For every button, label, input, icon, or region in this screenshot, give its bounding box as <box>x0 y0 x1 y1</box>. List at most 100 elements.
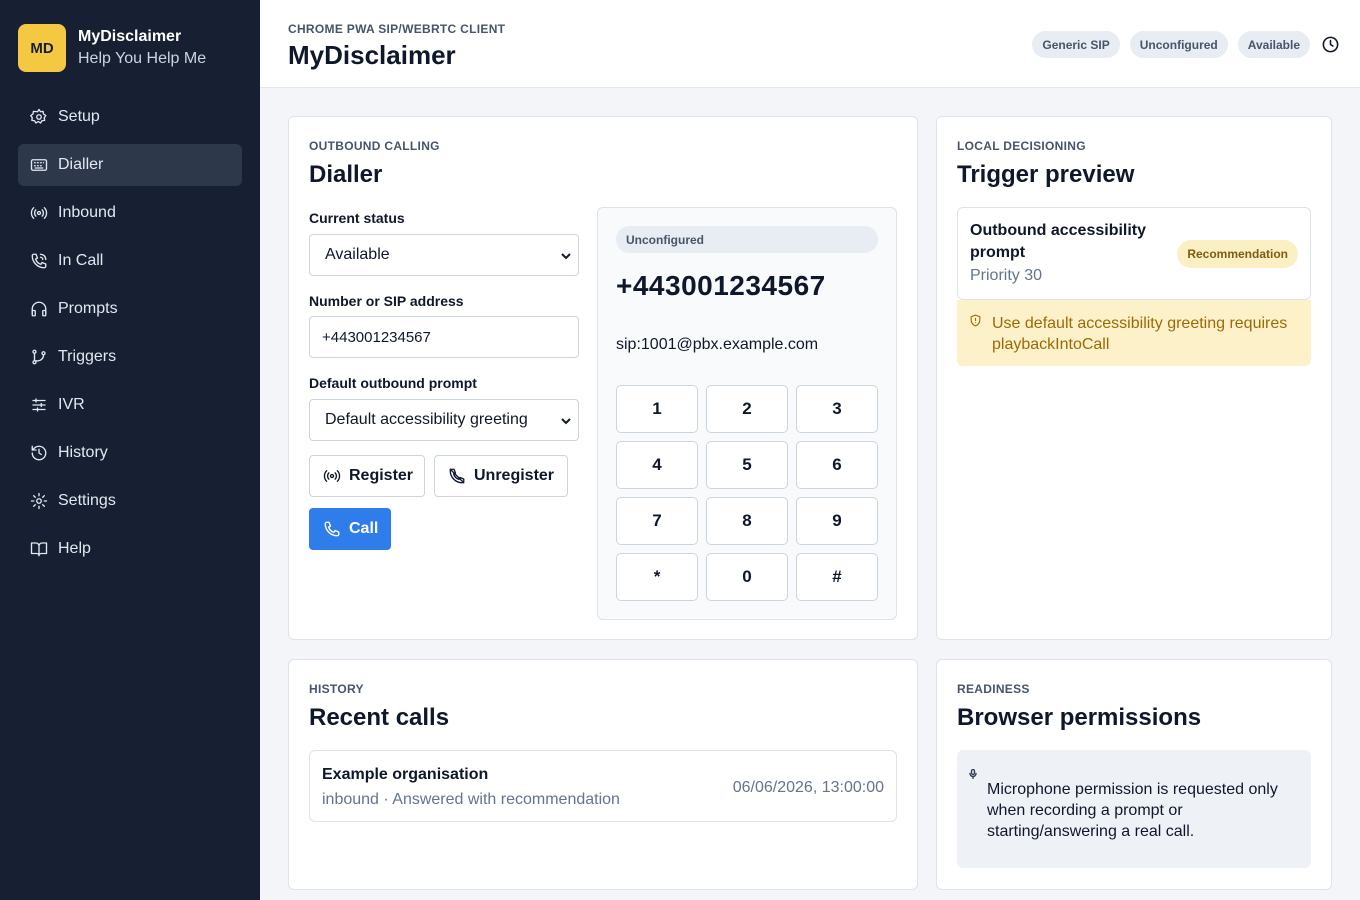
sidebar-item-setup[interactable]: Setup <box>18 96 242 138</box>
trigger-priority: Priority 30 <box>970 267 1043 284</box>
call-detail: inbound · Answered with recommendation <box>322 791 620 808</box>
trigger-title: Trigger preview <box>957 161 1135 188</box>
status-badges: Generic SIP Unconfigured Available <box>1022 31 1340 58</box>
number-input[interactable]: +443001234567 <box>309 316 579 358</box>
settings-icon <box>30 492 48 510</box>
phone-icon <box>324 521 340 537</box>
register-button[interactable]: Register <box>309 455 425 497</box>
dial-key[interactable]: 2 <box>706 385 788 433</box>
readiness-title: Browser permissions <box>957 704 1202 731</box>
dialler-eyebrow: OUTBOUND CALLING <box>309 139 440 153</box>
permission-text: Microphone permission is requested only … <box>987 781 1278 840</box>
headphones-icon <box>30 300 48 318</box>
sidebar-nav: Setup Dialler Inbound In Call Prompts Tr… <box>18 96 242 576</box>
dial-key[interactable]: 5 <box>706 441 788 489</box>
chevron-down-icon <box>560 414 572 426</box>
sidebar-item-prompts[interactable]: Prompts <box>18 288 242 330</box>
warning-text: Use default accessibility greeting requi… <box>992 315 1288 353</box>
prompt-select[interactable]: Default accessibility greeting <box>309 399 579 441</box>
permission-notice: Microphone permission is requested only … <box>957 750 1311 868</box>
dial-pad-panel: Unconfigured +443001234567 sip:1001@pbx.… <box>597 207 897 620</box>
trigger-rule[interactable]: Outbound accessibility prompt Priority 3… <box>957 207 1311 300</box>
sliders-icon <box>30 396 48 414</box>
dial-key[interactable]: 1 <box>616 385 698 433</box>
sidebar-item-label: IVR <box>58 396 85 413</box>
phone-off-icon <box>449 468 465 484</box>
dial-key[interactable]: 6 <box>796 441 878 489</box>
recommendation-badge: Recommendation <box>1177 240 1298 268</box>
history-icon <box>30 444 48 462</box>
sidebar-item-dialler[interactable]: Dialler <box>18 144 242 186</box>
status-label: Current status <box>309 210 405 226</box>
top-header: CHROME PWA SIP/WEBRTC CLIENT MyDisclaime… <box>260 0 1360 88</box>
prompt-label: Default outbound prompt <box>309 375 477 391</box>
sidebar-item-label: Setup <box>58 108 100 125</box>
config-badge: Unconfigured <box>1129 31 1228 58</box>
sidebar-item-label: Inbound <box>58 204 116 221</box>
number-label: Number or SIP address <box>309 293 464 309</box>
sidebar-item-label: Help <box>58 540 91 557</box>
availability-badge: Available <box>1237 31 1310 58</box>
dialler-title: Dialler <box>309 161 383 188</box>
history-eyebrow: HISTORY <box>309 682 364 696</box>
sidebar: MD MyDisclaimer Help You Help Me Setup D… <box>0 0 260 900</box>
status-select-value: Available <box>325 246 390 263</box>
dial-key[interactable]: 0 <box>706 553 788 601</box>
trigger-warning: Use default accessibility greeting requi… <box>957 300 1311 366</box>
call-timestamp: 06/06/2026, 13:00:00 <box>732 779 884 796</box>
dial-key[interactable]: * <box>616 553 698 601</box>
dial-key[interactable]: 8 <box>706 497 788 545</box>
sidebar-item-ivr[interactable]: IVR <box>18 384 242 426</box>
trigger-name: Outbound accessibility prompt <box>970 222 1147 261</box>
trigger-card: LOCAL DECISIONING Trigger preview Outbou… <box>936 116 1332 640</box>
dialled-number: +443001234567 <box>616 270 826 301</box>
chevron-down-icon <box>560 249 572 261</box>
sidebar-item-help[interactable]: Help <box>18 528 242 570</box>
brand-tagline: Help You Help Me <box>78 50 207 67</box>
sidebar-item-inbound[interactable]: Inbound <box>18 192 242 234</box>
history-title: Recent calls <box>309 704 450 731</box>
number-input-value: +443001234567 <box>322 328 431 346</box>
header-eyebrow: CHROME PWA SIP/WEBRTC CLIENT <box>288 22 506 36</box>
brand-name: MyDisclaimer <box>78 28 182 45</box>
branch-icon <box>30 348 48 366</box>
brand-logo: MD <box>18 24 66 72</box>
table-row[interactable]: Example organisation inbound · Answered … <box>309 750 897 822</box>
call-button-label: Call <box>349 520 379 537</box>
sidebar-item-history[interactable]: History <box>18 432 242 474</box>
dial-key[interactable]: 9 <box>796 497 878 545</box>
clock-icon[interactable] <box>1320 35 1340 55</box>
broadcast-icon <box>30 204 48 222</box>
registration-status-pill: Unconfigured <box>616 226 878 253</box>
sidebar-item-in-call[interactable]: In Call <box>18 240 242 282</box>
shield-alert-icon <box>969 314 983 328</box>
dial-key[interactable]: 4 <box>616 441 698 489</box>
brand: MD MyDisclaimer Help You Help Me <box>18 24 206 72</box>
page-title: MyDisclaimer <box>288 40 456 70</box>
sidebar-item-label: In Call <box>58 252 104 269</box>
unregister-button[interactable]: Unregister <box>434 455 568 497</box>
register-button-label: Register <box>349 467 414 484</box>
sidebar-item-label: Dialler <box>58 156 104 173</box>
dial-key[interactable]: 3 <box>796 385 878 433</box>
dial-key[interactable]: 7 <box>616 497 698 545</box>
dial-key[interactable]: # <box>796 553 878 601</box>
status-select[interactable]: Available <box>309 234 579 276</box>
sidebar-item-label: Triggers <box>58 348 117 365</box>
unregister-button-label: Unregister <box>474 467 555 484</box>
sidebar-item-label: Prompts <box>58 300 118 317</box>
gear-icon <box>30 108 48 126</box>
broadcast-icon <box>323 470 341 482</box>
call-organisation: Example organisation <box>322 766 489 783</box>
sidebar-item-triggers[interactable]: Triggers <box>18 336 242 378</box>
dialler-card: OUTBOUND CALLING Dialler Current status … <box>288 116 918 640</box>
sidebar-item-settings[interactable]: Settings <box>18 480 242 522</box>
keyboard-icon <box>30 156 48 174</box>
phone-call-icon <box>30 252 48 270</box>
book-icon <box>30 540 48 558</box>
permissions-card: READINESS Browser permissions Microphone… <box>936 659 1332 890</box>
sidebar-item-label: Settings <box>58 492 116 509</box>
call-button[interactable]: Call <box>309 508 391 550</box>
readiness-eyebrow: READINESS <box>957 682 1030 696</box>
prompt-select-value: Default accessibility greeting <box>325 411 528 428</box>
